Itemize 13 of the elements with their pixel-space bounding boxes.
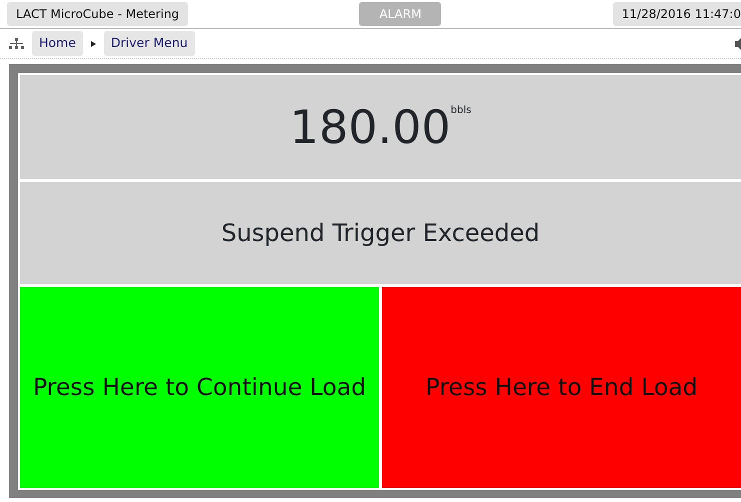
breadcrumb-link[interactable]: Driver Menu — [104, 31, 195, 56]
breadcrumb-link[interactable]: Home — [32, 31, 83, 56]
sitemap-icon — [9, 38, 24, 49]
action-button[interactable]: Press Here to Continue Load — [20, 287, 379, 488]
speaker-icon[interactable] — [735, 38, 741, 50]
app-title: LACT MicroCube - Metering — [7, 2, 188, 26]
volume-unit: bbls — [450, 104, 472, 118]
action-button[interactable]: Press Here to End Load — [382, 287, 741, 488]
alarm-indicator: ALARM — [359, 2, 442, 26]
volume-value: 180.00 — [290, 104, 451, 150]
status-message: Suspend Trigger Exceeded — [221, 218, 540, 249]
separator-icon — [90, 40, 96, 46]
date-time: 11/28/2016 11:47:0 — [612, 2, 741, 26]
